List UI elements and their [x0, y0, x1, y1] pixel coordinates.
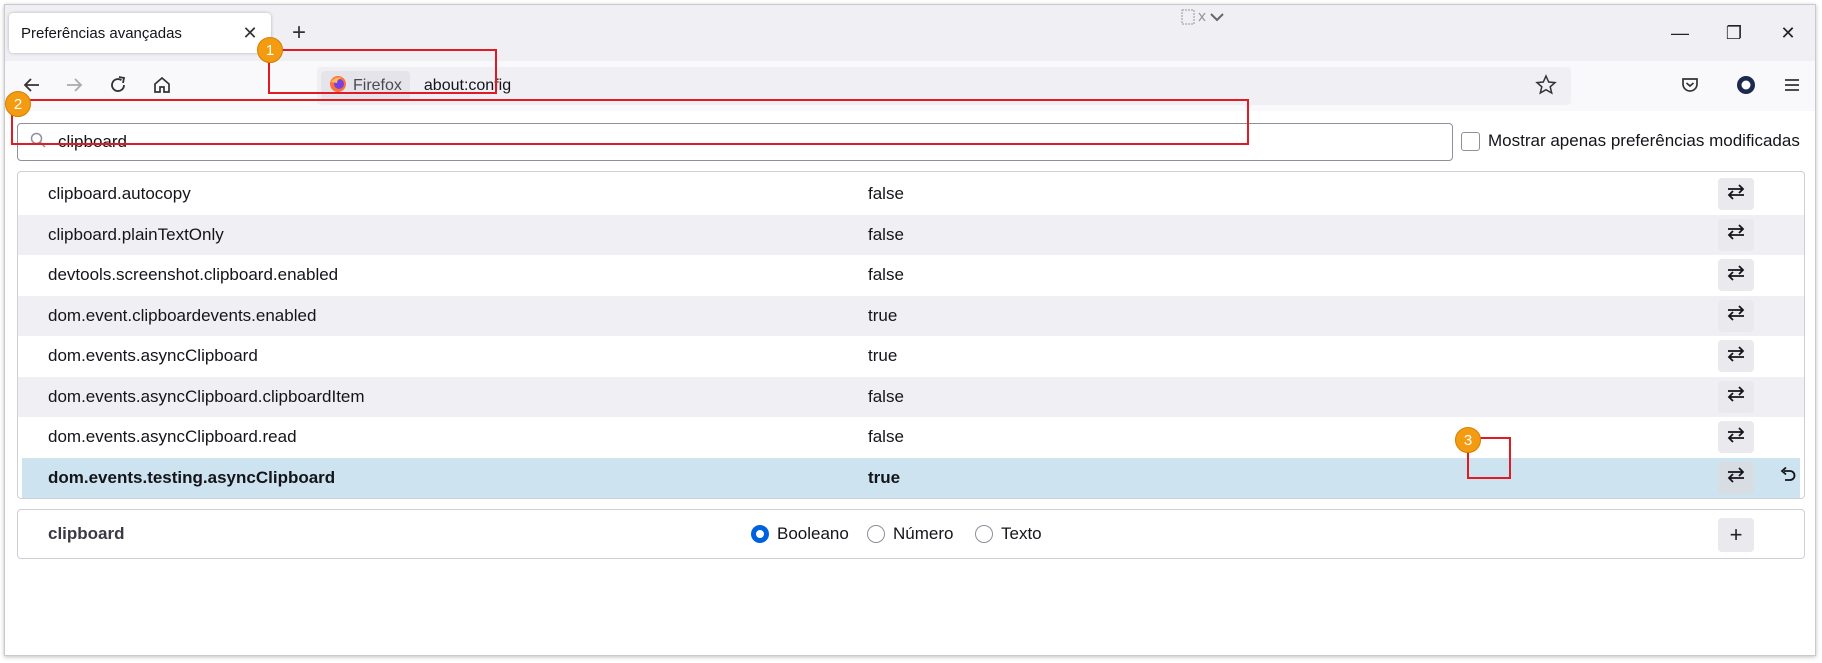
toggle-value-button[interactable] — [1718, 218, 1754, 251]
pref-value: true — [868, 346, 898, 366]
type-text-radio[interactable]: Texto — [975, 524, 1042, 544]
pref-row[interactable]: dom.events.asyncClipboard.clipboardItem f… — [18, 376, 1804, 417]
pocket-icon[interactable] — [1673, 68, 1707, 102]
navigation-bar: Firefox about:config — [5, 61, 1815, 111]
toggle-value-button[interactable] — [1718, 461, 1754, 494]
show-modified-filter[interactable]: Mostrar apenas preferências modificadas — [1461, 131, 1800, 151]
window-close-icon[interactable]: ✕ — [1761, 5, 1815, 61]
radio-circle[interactable] — [975, 525, 993, 543]
toggle-icon — [1726, 385, 1746, 408]
pref-row[interactable]: dom.event.clipboardevents.enabled true — [18, 295, 1804, 336]
new-tab-icon[interactable]: + — [285, 19, 313, 47]
annotation-badge-1: 1 — [257, 37, 283, 63]
tab-list-icon[interactable] — [1181, 9, 1225, 27]
toggle-value-button[interactable] — [1718, 299, 1754, 332]
show-modified-checkbox[interactable] — [1461, 131, 1480, 151]
url-text[interactable]: about:config — [424, 77, 511, 95]
pref-name: dom.events.asyncClipboard.clipboardItem — [48, 386, 365, 406]
toggle-icon — [1726, 466, 1746, 489]
pref-value: true — [868, 305, 898, 325]
minimize-icon[interactable]: — — [1653, 5, 1707, 61]
pref-name: clipboard.plainTextOnly — [48, 224, 224, 244]
type-number-radio[interactable]: Número — [867, 524, 953, 544]
window-controls: — ❐ ✕ — [1653, 5, 1815, 61]
pref-name: dom.events.asyncClipboard — [48, 346, 258, 366]
pref-row[interactable]: dom.events.asyncClipboard.read false — [18, 417, 1804, 458]
toggle-value-button[interactable] — [1718, 340, 1754, 372]
add-preference-row: clipboard Booleano Número Texto + — [17, 509, 1805, 559]
maximize-icon[interactable]: ❐ — [1707, 5, 1761, 61]
pref-row[interactable]: dom.events.testing.asyncClipboard true — [22, 457, 1800, 498]
tab-close-icon[interactable]: ✕ — [239, 22, 261, 44]
pref-name: dom.events.testing.asyncClipboard — [48, 467, 336, 487]
toggle-icon — [1726, 426, 1746, 449]
pref-name: clipboard.autocopy — [48, 184, 191, 204]
identity-label: Firefox — [353, 77, 402, 94]
pref-name: dom.events.asyncClipboard.read — [48, 427, 297, 447]
account-icon[interactable] — [1729, 68, 1763, 102]
reset-icon — [1779, 466, 1797, 488]
tab-advanced-preferences[interactable]: Preferências avançadas ✕ — [9, 13, 271, 53]
search-input[interactable] — [56, 131, 1356, 153]
browser-window: Preferências avançadas ✕ + — ❐ ✕ Firefox… — [4, 4, 1816, 656]
reload-icon[interactable] — [101, 68, 135, 102]
pref-row[interactable]: devtools.screenshot.clipboard.enabled fal… — [18, 255, 1804, 296]
toggle-icon — [1726, 223, 1746, 246]
show-modified-label: Mostrar apenas preferências modificadas — [1488, 131, 1800, 150]
pref-value: false — [868, 224, 904, 244]
pref-value: false — [868, 386, 904, 406]
new-preference-name: clipboard — [48, 524, 125, 543]
app-menu-icon[interactable] — [1775, 68, 1809, 102]
bookmark-star-icon[interactable] — [1535, 74, 1557, 101]
search-box[interactable] — [17, 123, 1453, 161]
pref-value: true — [868, 467, 901, 487]
annotation-badge-3: 3 — [1455, 427, 1481, 453]
toggle-value-button[interactable] — [1718, 178, 1754, 210]
identity-box[interactable]: Firefox — [321, 71, 410, 101]
type-boolean-label: Booleano — [777, 524, 849, 543]
forward-icon[interactable] — [57, 68, 91, 102]
pref-row[interactable]: clipboard.plainTextOnly false — [18, 214, 1804, 255]
toggle-icon — [1726, 183, 1746, 206]
type-boolean-radio[interactable]: Booleano — [751, 524, 849, 544]
pref-value: false — [868, 427, 904, 447]
tab-title: Preferências avançadas — [21, 24, 182, 42]
pref-row[interactable]: dom.events.asyncClipboard true — [18, 336, 1804, 377]
pref-value: false — [868, 265, 904, 285]
type-text-label: Texto — [1001, 524, 1042, 543]
toggle-icon — [1726, 345, 1746, 368]
about-config-page: Mostrar apenas preferências modificadas … — [5, 111, 1815, 655]
radio-circle-selected[interactable] — [751, 525, 769, 543]
type-number-label: Número — [893, 524, 954, 543]
annotation-badge-2: 2 — [5, 91, 31, 117]
reset-preference-button[interactable] — [1772, 462, 1804, 494]
url-bar[interactable]: Firefox about:config — [317, 67, 1571, 105]
firefox-logo-icon — [329, 75, 347, 98]
pref-value: false — [868, 184, 904, 204]
preferences-table: clipboard.autocopy false clipboard.plainTe… — [17, 171, 1805, 499]
pref-row[interactable]: clipboard.autocopy false — [18, 174, 1804, 215]
pref-name: devtools.screenshot.clipboard.enabled — [48, 265, 339, 285]
toggle-value-button[interactable] — [1718, 421, 1754, 453]
home-icon[interactable] — [145, 68, 179, 102]
toggle-value-button[interactable] — [1718, 380, 1754, 413]
toggle-icon — [1726, 264, 1746, 287]
toggle-icon — [1726, 304, 1746, 327]
toggle-value-button[interactable] — [1718, 259, 1754, 291]
pref-name: dom.event.clipboardevents.enabled — [48, 305, 317, 325]
search-icon — [30, 132, 46, 153]
add-preference-button[interactable]: + — [1718, 518, 1754, 552]
radio-circle[interactable] — [867, 525, 885, 543]
